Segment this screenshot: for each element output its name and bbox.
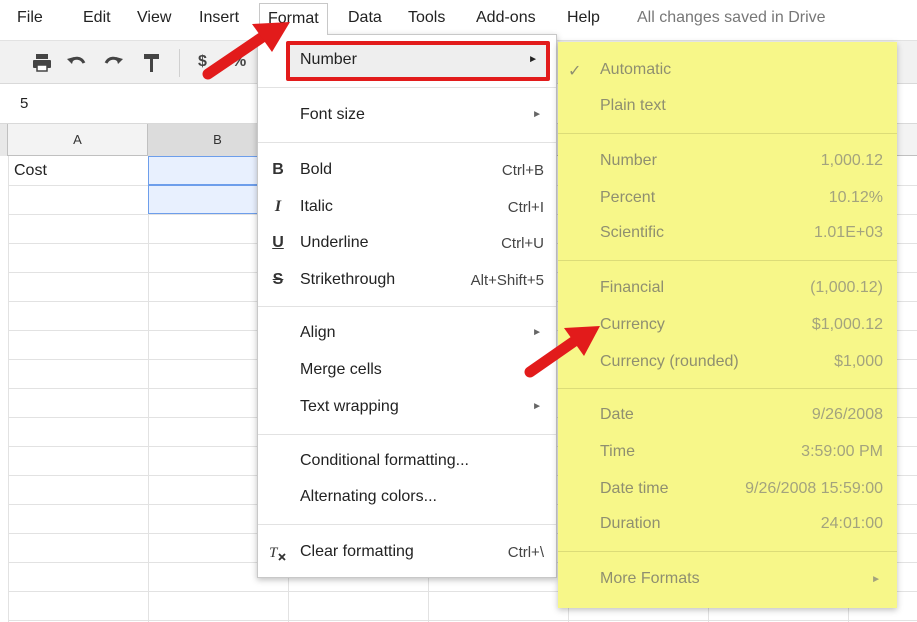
number-format-number[interactable]: Number 1,000.12 (558, 144, 897, 180)
format-menu-merge-cells[interactable]: Merge cells (258, 353, 556, 389)
number-format-more-formats[interactable]: More Formats ► (558, 562, 897, 598)
number-label: Number (600, 152, 657, 169)
format-menu-text-wrapping-label: Text wrapping (300, 398, 399, 415)
scientific-label: Scientific (600, 224, 665, 241)
format-menu-clear-formatting-label: Clear formatting (300, 543, 414, 560)
format-menu: Number ► Font size ► B Bold Ctrl+B I Ita… (257, 34, 557, 578)
menu-file[interactable]: File (17, 9, 43, 27)
number-format-time[interactable]: Time 3:59:00 PM (558, 435, 897, 471)
more-formats-label: More Formats (600, 570, 700, 587)
number-format-date-time[interactable]: Date time 9/26/2008 15:59:00 (558, 472, 897, 508)
menu-view[interactable]: View (137, 9, 171, 27)
submenu-arrow-icon: ► (871, 574, 881, 585)
time-label: Time (600, 443, 635, 460)
menu-data[interactable]: Data (348, 9, 382, 27)
date-example: 9/26/2008 (811, 406, 883, 423)
currency-label: Currency (600, 316, 665, 333)
time-example: 3:59:00 PM (801, 443, 883, 460)
format-menu-number-label: Number (300, 51, 357, 68)
plain-text-label: Plain text (600, 97, 666, 114)
strikethrough-shortcut: Alt+Shift+5 (470, 272, 544, 289)
save-status: All changes saved in Drive (637, 9, 826, 26)
number-format-percent[interactable]: Percent 10.12% (558, 181, 897, 217)
format-menu-italic[interactable]: I Italic Ctrl+I (258, 190, 556, 226)
format-menu-conditional-formatting-label: Conditional formatting... (300, 452, 469, 469)
number-format-financial[interactable]: Financial (1,000.12) (558, 271, 897, 307)
format-menu-alternating-colors-label: Alternating colors... (300, 488, 437, 505)
date-label: Date (600, 406, 634, 423)
toolbar-separator (179, 49, 180, 77)
undo-icon[interactable] (64, 51, 88, 75)
financial-label: Financial (600, 279, 665, 296)
redo-icon[interactable] (102, 51, 126, 75)
submenu-arrow-icon: ► (532, 401, 542, 412)
number-format-scientific[interactable]: Scientific 1.01E+03 (558, 216, 897, 252)
currency-example: $1,000.12 (811, 316, 883, 333)
bold-icon: B (272, 161, 284, 178)
duration-label: Duration (600, 515, 661, 532)
italic-shortcut: Ctrl+I (507, 199, 544, 216)
cell-a1[interactable]: Cost (14, 162, 47, 180)
format-menu-font-size[interactable]: Font size ► (258, 98, 556, 134)
submenu-arrow-icon: ► (528, 54, 538, 65)
percent-example: 10.12% (828, 189, 883, 206)
annotation-arrow-icon (524, 326, 600, 378)
italic-icon: I (274, 198, 282, 215)
duration-example: 24:01:00 (820, 515, 883, 532)
underline-shortcut: Ctrl+U (501, 235, 544, 252)
number-format-duration[interactable]: Duration 24:01:00 (558, 507, 897, 543)
number-format-date[interactable]: Date 9/26/2008 (558, 398, 897, 434)
underline-icon: U (272, 234, 284, 251)
menu-help[interactable]: Help (567, 9, 600, 27)
number-format-automatic[interactable]: ✓ Automatic (558, 53, 897, 89)
format-menu-number[interactable]: Number ► (258, 43, 556, 79)
number-format-currency[interactable]: Currency $1,000.12 (558, 308, 897, 344)
financial-example: (1,000.12) (810, 279, 883, 296)
menu-edit[interactable]: Edit (83, 9, 111, 27)
date-time-label: Date time (600, 480, 669, 497)
number-format-plain-text[interactable]: Plain text (558, 89, 897, 125)
currency-rounded-example: $1,000 (834, 353, 883, 370)
number-example: 1,000.12 (820, 152, 883, 169)
format-menu-strikethrough-label: Strikethrough (300, 271, 396, 288)
checkmark-icon: ✓ (568, 63, 582, 80)
format-menu-bold-label: Bold (300, 161, 333, 178)
format-menu-underline-label: Underline (300, 234, 369, 251)
format-menu-italic-label: Italic (300, 198, 333, 215)
clear-formatting-icon: T (268, 543, 288, 568)
paint-format-icon[interactable] (140, 51, 164, 75)
format-menu-font-size-label: Font size (300, 106, 365, 123)
bold-shortcut: Ctrl+B (501, 162, 544, 179)
print-icon[interactable] (30, 51, 54, 75)
percent-label: Percent (600, 189, 656, 206)
clear-formatting-shortcut: Ctrl+\ (507, 544, 544, 561)
corner-cell[interactable] (0, 124, 8, 156)
format-menu-bold[interactable]: B Bold Ctrl+B (258, 153, 556, 189)
scientific-example: 1.01E+03 (814, 224, 883, 241)
strikethrough-icon: S (272, 271, 284, 288)
format-menu-underline[interactable]: U Underline Ctrl+U (258, 226, 556, 262)
number-format-currency-rounded[interactable]: Currency (rounded) $1,000 (558, 345, 897, 381)
format-menu-align-label: Align (300, 324, 336, 341)
annotation-arrow-icon (202, 22, 290, 80)
number-format-submenu: ✓ Automatic Plain text Number 1,000.12 P… (558, 42, 897, 608)
menu-add-ons[interactable]: Add-ons (476, 9, 536, 27)
svg-text:T: T (269, 545, 279, 561)
format-menu-alternating-colors[interactable]: Alternating colors... (258, 480, 556, 516)
formula-value[interactable]: 5 (20, 95, 28, 112)
format-menu-align[interactable]: Align ► (258, 316, 556, 352)
menu-tools[interactable]: Tools (408, 9, 445, 27)
format-menu-merge-cells-label: Merge cells (300, 361, 382, 378)
submenu-arrow-icon: ► (532, 109, 542, 120)
format-menu-clear-formatting[interactable]: T Clear formatting Ctrl+\ (258, 535, 556, 571)
menu-bar: File Edit View Insert Format Data Tools … (0, 0, 917, 37)
format-menu-conditional-formatting[interactable]: Conditional formatting... (258, 444, 556, 480)
format-menu-text-wrapping[interactable]: Text wrapping ► (258, 390, 556, 426)
automatic-label: Automatic (600, 61, 672, 78)
format-menu-strikethrough[interactable]: S Strikethrough Alt+Shift+5 (258, 263, 556, 299)
currency-rounded-label: Currency (rounded) (600, 353, 739, 370)
date-time-example: 9/26/2008 15:59:00 (745, 480, 883, 497)
column-header-a[interactable]: A (8, 124, 148, 156)
